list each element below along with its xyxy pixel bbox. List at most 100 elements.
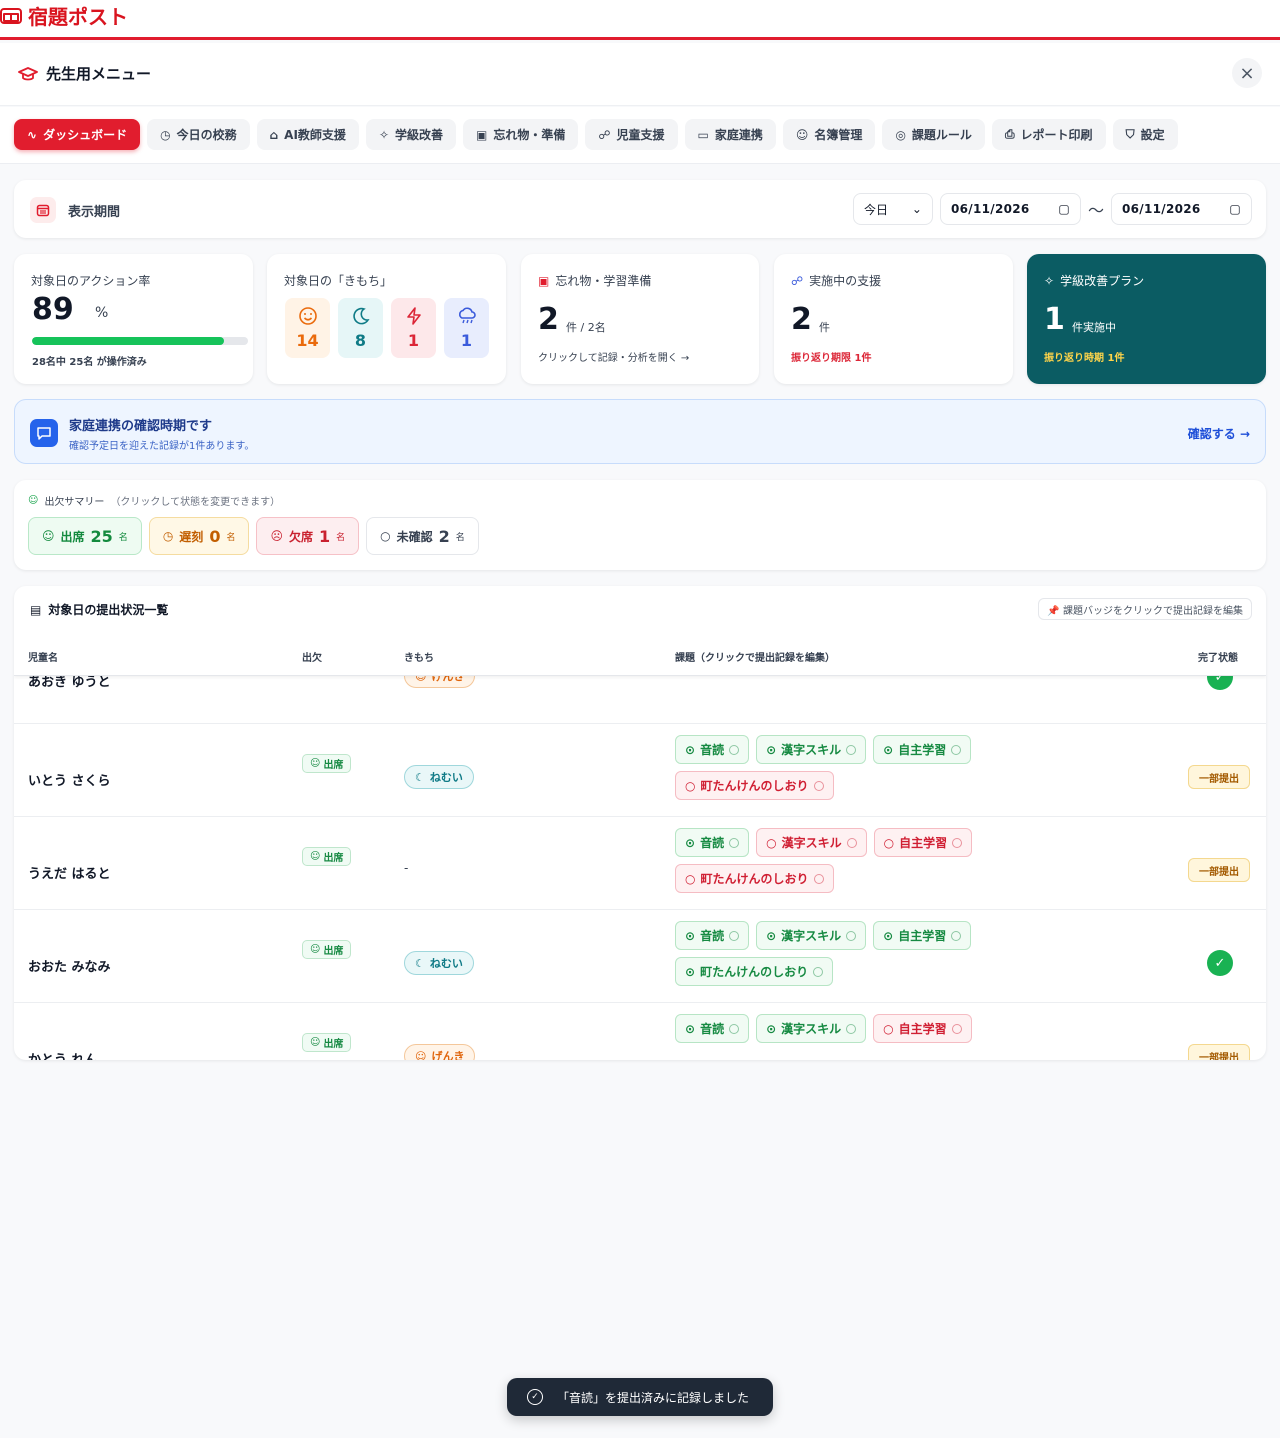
task-badge[interactable]: ⊙ 音読 xyxy=(675,1014,750,1043)
moon-icon: ☾ xyxy=(415,956,425,970)
edit-dot-icon xyxy=(729,1023,740,1034)
table-row[interactable]: いとう さくら ☺ 出席 ☾ ねむい ⊙ 音読 ⊙ 漢字スキル ⊙ 自主学習 ○ 町たんけんのしおり 一部… xyxy=(14,724,1266,817)
attendance-label: 出席 xyxy=(323,1039,344,1050)
partial-status-badge: 一部提出 xyxy=(1188,765,1250,789)
app-logo[interactable]: 宿題ポスト xyxy=(0,1,128,30)
mood-iraira-tile[interactable]: 1 xyxy=(391,298,436,358)
user-check-icon: ☺ xyxy=(310,758,321,769)
task-label: 音読 xyxy=(700,743,725,757)
circle-icon: ○ xyxy=(883,1021,894,1036)
task-badge[interactable]: ⊙ 音読 xyxy=(675,921,750,950)
partial-status-badge: 一部提出 xyxy=(1188,858,1250,882)
user-check-icon: ☺ xyxy=(310,851,321,862)
edit-dot-icon xyxy=(729,744,740,755)
date-from-input[interactable]: 06/11/2026 ▢ xyxy=(939,193,1081,225)
attendance-late[interactable]: ◷ 遅刻 0 名 xyxy=(148,517,250,555)
forgot-link[interactable]: クリックして記録・分析を開く → xyxy=(538,349,689,364)
tab-1[interactable]: ◷ 今日の校務 xyxy=(147,119,250,150)
mood-kanashii-tile[interactable]: 1 xyxy=(444,298,489,358)
handshake-icon: ☍ xyxy=(598,127,611,142)
attendance-absent-count: 1 xyxy=(319,526,331,546)
chat-icon xyxy=(30,419,58,447)
attendance-present-count: 25 xyxy=(90,526,113,546)
date-to-input[interactable]: 06/11/2026 ▢ xyxy=(1111,193,1252,225)
tab-3[interactable]: ✧ 学級改善 xyxy=(365,119,457,150)
table-edit-tip: 📌 課題バッジをクリックで提出記録を編集 xyxy=(1038,598,1252,620)
mood-genki-tile[interactable]: 14 xyxy=(285,298,330,358)
class-plan-card[interactable]: ✧ 学級改善プラン 1 件実施中 振り返り時期 1件 xyxy=(1027,254,1266,384)
attendance-label: 出席 xyxy=(323,760,344,771)
task-badge[interactable]: ○ 漢字スキル xyxy=(756,828,867,857)
forgot-items-card[interactable]: ▣ 忘れ物・学習準備 2 件 / 2名 クリックして記録・分析を開く → xyxy=(521,254,759,384)
attendance-badge[interactable]: ☺ 出席 xyxy=(302,1033,352,1052)
attendance-badge[interactable]: ☺ 出席 xyxy=(302,754,352,773)
tab-7[interactable]: ☺ 名簿管理 xyxy=(782,119,876,150)
attendance-absent[interactable]: ☹ 欠席 1 名 xyxy=(256,517,360,555)
col-status: 完了状態 xyxy=(1198,653,1238,664)
attendance-absent-label: 欠席 xyxy=(288,529,313,544)
task-badge[interactable]: ⊙ 自主学習 xyxy=(873,735,972,764)
notice-confirm-link[interactable]: 確認する → xyxy=(1188,425,1250,442)
attendance-badge[interactable]: ☺ 出席 xyxy=(302,847,352,866)
bolt-icon xyxy=(406,307,421,325)
action-rate-caption: 対象日のアクション率 xyxy=(31,274,151,288)
task-badge[interactable]: ○ 自主学習 xyxy=(873,828,973,857)
task-badge[interactable]: ○ 自主学習 xyxy=(873,1014,972,1043)
attendance-label: 出席 xyxy=(323,946,344,957)
table-row[interactable]: うえだ はると ☺ 出席 - ⊙ 音読 ○ 漢字スキル ○ 自主学習 ○ 町たんけんのしおり 一部提出 xyxy=(14,817,1266,910)
forgot-unit: 件 / 2名 xyxy=(566,321,606,334)
tab-0[interactable]: ∿ ダッシュボード xyxy=(14,119,141,150)
mood-genki-count: 14 xyxy=(296,331,319,350)
task-label: 自主学習 xyxy=(899,836,948,850)
period-range-select[interactable]: 今日 ⌄ xyxy=(852,193,933,225)
task-badge[interactable]: ⊙ 音読 xyxy=(675,828,750,857)
task-badge[interactable]: ○ 町たんけんのしおり xyxy=(675,771,834,800)
attendance-unconfirmed[interactable]: ○ 未確認 2 名 xyxy=(366,517,479,555)
task-label: 自主学習 xyxy=(898,743,947,757)
check-circle-icon: ⊙ xyxy=(685,928,696,943)
close-button[interactable]: × xyxy=(1232,58,1262,88)
task-badge[interactable]: ⊙ 漢字スキル xyxy=(756,921,867,950)
task-badge[interactable]: ⊙ 自主学習 xyxy=(873,921,972,950)
moon-icon: ☾ xyxy=(415,770,425,784)
attendance-unconfirmed-label: 未確認 xyxy=(396,529,433,544)
student-name: おおた みなみ xyxy=(28,960,111,975)
tab-9[interactable]: ⎙ レポート印刷 xyxy=(991,119,1106,150)
task-badge[interactable]: ⊙ 町たんけんのしおり xyxy=(675,957,834,986)
check-circle-icon: ⊙ xyxy=(766,742,777,757)
attendance-label: 出席 xyxy=(323,853,344,864)
tab-4[interactable]: ▣ 忘れ物・準備 xyxy=(463,119,579,150)
action-rate-unit: % xyxy=(95,305,109,321)
table-row[interactable]: おおた みなみ ☺ 出席 ☾ ねむい ⊙ 音読 ⊙ 漢字スキル ⊙ 自主学習 ⊙ 町たんけんのしおり ✓ xyxy=(14,910,1266,1003)
task-label: 音読 xyxy=(700,836,725,850)
task-badge[interactable]: ⊙ 音読 xyxy=(675,735,750,764)
tab-10[interactable]: ⛉ 設定 xyxy=(1112,119,1178,150)
tab-5[interactable]: ☍ 児童支援 xyxy=(585,119,678,150)
attendance-present-label: 出席 xyxy=(60,529,85,544)
tab-2[interactable]: ⌂ AI教師支援 xyxy=(256,119,359,150)
table-row[interactable]: かとう れん☺出席☺げんき⊙音読⊙漢字スキル○自主学習一部提出 xyxy=(14,1003,1266,1060)
tab-label: 家庭連携 xyxy=(714,128,763,142)
clipboard-icon: ▤ xyxy=(30,602,42,617)
task-badge[interactable]: ⊙ 漢字スキル xyxy=(756,1014,867,1043)
mood-nemui-tile[interactable]: 8 xyxy=(338,298,383,358)
sparkle-icon: ✧ xyxy=(1044,273,1055,288)
student-name: いとう さくら xyxy=(28,774,111,789)
tab-8[interactable]: ◎ 課題ルール xyxy=(882,119,985,150)
period-label: 表示期間 xyxy=(68,204,121,220)
task-badge[interactable]: ○ 町たんけんのしおり xyxy=(675,864,834,893)
circle-icon: ○ xyxy=(685,778,696,793)
tab-6[interactable]: ▭ 家庭連携 xyxy=(684,119,776,150)
task-badge[interactable]: ⊙ 漢字スキル xyxy=(756,735,867,764)
attendance-badge[interactable]: ☺ 出席 xyxy=(302,940,352,959)
attendance-present[interactable]: ☺ 出席 25 名 xyxy=(28,517,142,555)
plan-review: 振り返り時期 1件 xyxy=(1044,353,1125,364)
chevron-down-icon: ⌄ xyxy=(911,202,922,216)
task-label: 音読 xyxy=(700,929,725,943)
circle-icon: ○ xyxy=(685,871,696,886)
check-circle-icon: ◎ xyxy=(895,127,906,142)
menu-title: 先生用メニュー xyxy=(46,65,152,83)
edit-dot-icon xyxy=(951,744,962,755)
complete-check-icon: ✓ xyxy=(1207,950,1233,976)
support-card[interactable]: ☍ 実施中の支援 2 件 振り返り期限 1件 xyxy=(774,254,1013,384)
